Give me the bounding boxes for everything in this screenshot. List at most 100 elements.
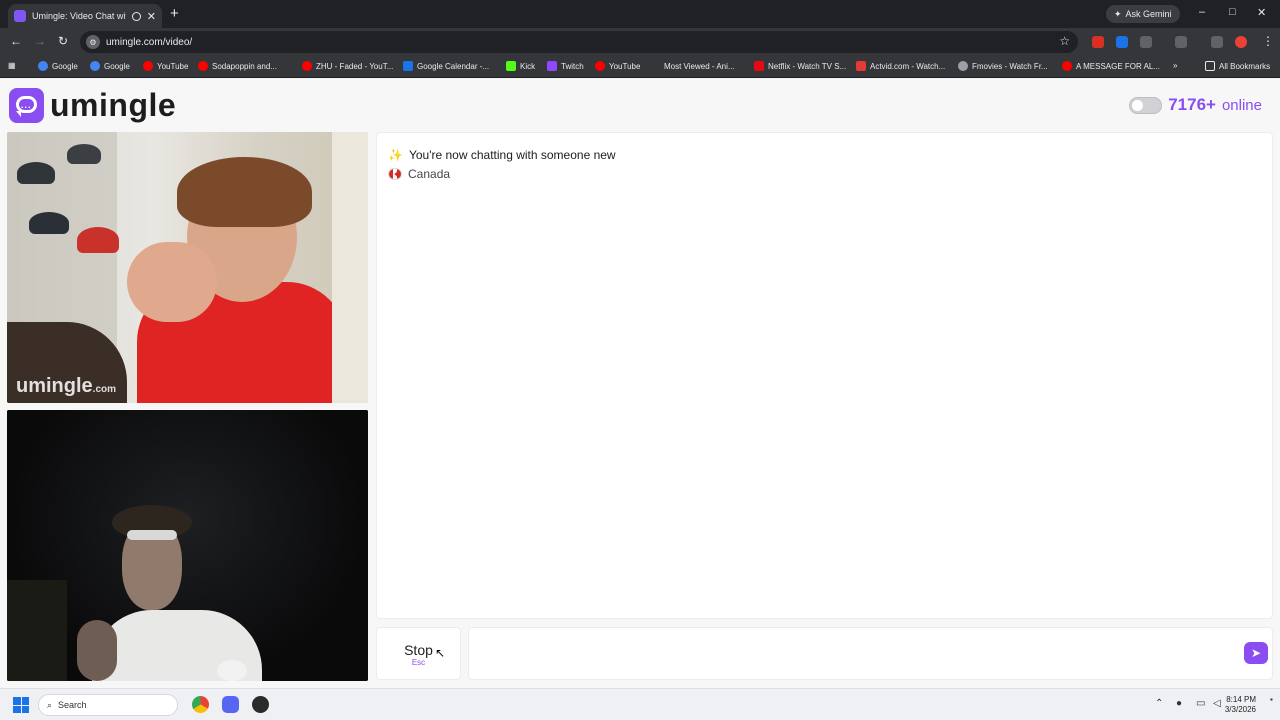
windows-start-icon[interactable] — [13, 697, 29, 713]
online-count: 7176+ — [1168, 95, 1216, 114]
clock-date: 3/3/2026 — [1224, 705, 1256, 714]
new-tab-button[interactable]: + — [170, 5, 179, 22]
bookmark-fmovies[interactable]: Fmovies - Watch Fr... — [958, 61, 1048, 71]
bookmarks-bar: ▦ Google Google YouTube Sodapoppin and..… — [0, 56, 1280, 78]
sparkles-icon: ✨ — [388, 148, 403, 162]
tab-search-icon[interactable] — [1211, 36, 1223, 48]
google-icon — [38, 61, 48, 71]
mouse-cursor-icon: ↖ — [435, 646, 446, 660]
reload-icon[interactable]: ↻ — [58, 34, 68, 48]
url-text: umingle.com/video/ — [106, 36, 193, 48]
bookmark-google-1[interactable]: Google — [38, 61, 78, 71]
browser-tab-bar: Umingle: Video Chat with S ✕ + ✦ Ask Gem… — [0, 0, 1280, 28]
twitch-icon — [547, 61, 557, 71]
address-bar[interactable]: ⚙ umingle.com/video/ ☆ — [80, 31, 1078, 53]
logo-text: umingle — [50, 87, 177, 123]
extension-icon[interactable] — [1116, 36, 1128, 48]
extensions-puzzle-icon[interactable] — [1140, 36, 1152, 48]
app-taskbar-icon[interactable] — [252, 696, 269, 713]
recording-icon — [131, 11, 141, 21]
bookmark-sodapoppin[interactable]: Sodapoppin and... — [198, 61, 277, 71]
bookmark-kick[interactable]: Kick — [506, 61, 535, 71]
actvid-icon — [856, 61, 866, 71]
apps-grid-icon[interactable]: ▦ — [8, 61, 16, 70]
notification-icon[interactable]: ▪ — [1270, 695, 1273, 704]
profile-avatar-icon[interactable] — [1235, 36, 1247, 48]
ask-gemini-label: Ask Gemini — [1125, 9, 1172, 19]
kick-icon — [506, 61, 516, 71]
chat-bubble-logo-icon: ... — [9, 88, 44, 123]
windows-taskbar: ⌕ Search ⌃ ● ▭ ◁ 8:14 PM 3/3/2026 ▪ — [0, 688, 1280, 720]
globe-icon — [958, 61, 968, 71]
bookmark-youtube-1[interactable]: YouTube — [143, 61, 188, 71]
minimize-button[interactable]: – — [1199, 6, 1205, 18]
network-icon[interactable]: ▭ — [1196, 698, 1205, 709]
google-icon — [90, 61, 100, 71]
bookmark-netflix[interactable]: Netflix - Watch TV S... — [754, 61, 846, 71]
country-message: ✦ Canada — [388, 167, 450, 181]
tray-overflow-icon[interactable]: ⌃ — [1155, 698, 1163, 709]
site-info-icon[interactable]: ⚙ — [86, 35, 100, 49]
all-bookmarks-button[interactable]: All Bookmarks — [1205, 61, 1270, 71]
theme-toggle[interactable] — [1129, 96, 1163, 114]
discord-taskbar-icon[interactable] — [222, 696, 239, 713]
stop-shortcut-key: Esc — [411, 658, 426, 667]
bookmark-youtube-2[interactable]: YouTube — [595, 61, 640, 71]
online-label: online — [1221, 96, 1262, 114]
extension-icon[interactable] — [1092, 36, 1104, 48]
bookmark-zhu-faded[interactable]: ZHU - Faded - YouT... — [302, 61, 393, 71]
chat-message-input[interactable] — [468, 627, 1273, 680]
browser-toolbar: ← → ↻ ⚙ umingle.com/video/ ☆ ⋮ — [0, 28, 1280, 56]
bookmark-star-icon[interactable]: ☆ — [1059, 34, 1070, 48]
taskbar-clock[interactable]: 8:14 PM 3/3/2026 — [1225, 695, 1256, 715]
ask-gemini-button[interactable]: ✦ Ask Gemini — [1106, 5, 1180, 23]
gemini-sparkle-icon: ✦ — [1114, 8, 1122, 19]
tab-title: Umingle: Video Chat with S — [32, 11, 126, 21]
self-video — [7, 410, 368, 681]
cast-icon[interactable] — [1175, 36, 1187, 48]
close-window-button[interactable]: ✕ — [1257, 6, 1266, 19]
volume-icon[interactable]: ◁ — [1213, 698, 1221, 709]
bookmark-actvid[interactable]: Actvid.com - Watch... — [856, 61, 945, 71]
forward-icon[interactable]: → — [34, 34, 46, 48]
youtube-icon — [198, 61, 208, 71]
netflix-icon — [754, 61, 764, 71]
clock-time: 8:14 PM — [1226, 695, 1256, 704]
taskbar-search[interactable]: ⌕ Search — [38, 694, 178, 716]
site-logo[interactable]: ... umingle — [9, 87, 176, 124]
close-tab-icon[interactable]: ✕ — [147, 10, 156, 23]
youtube-icon — [143, 61, 153, 71]
stop-button[interactable]: Stop Esc ↖ — [376, 627, 461, 680]
youtube-icon — [1062, 61, 1072, 71]
browser-tab[interactable]: Umingle: Video Chat with S ✕ — [8, 4, 162, 28]
umingle-page: ... umingle 7176+ online umingle.com ✨ Y… — [0, 79, 1280, 688]
back-icon[interactable]: ← — [10, 34, 22, 48]
folder-icon — [1205, 61, 1215, 71]
send-button[interactable]: ➤ — [1244, 642, 1268, 664]
system-message: ✨ You're now chatting with someone new — [388, 148, 616, 162]
microphone-icon[interactable]: ● — [1176, 698, 1182, 709]
canada-flag-icon: ✦ — [388, 168, 402, 180]
bookmark-most-viewed[interactable]: Most Viewed - Ani... — [650, 61, 735, 71]
menu-kebab-icon[interactable]: ⋮ — [1262, 34, 1274, 48]
video-watermark: umingle.com — [16, 375, 117, 397]
youtube-icon — [302, 61, 312, 71]
calendar-icon — [403, 61, 413, 71]
stranger-video: umingle.com — [7, 132, 368, 403]
stop-label: Stop — [404, 642, 433, 658]
maximize-button[interactable]: □ — [1229, 6, 1236, 18]
country-text: Canada — [408, 167, 451, 181]
chat-log: ✨ You're now chatting with someone new ✦… — [376, 132, 1273, 619]
bookmark-twitch[interactable]: Twitch — [547, 61, 584, 71]
bookmark-google-calendar[interactable]: Google Calendar -... — [403, 61, 489, 71]
bookmark-google-2[interactable]: Google — [90, 61, 130, 71]
send-icon: ➤ — [1250, 646, 1262, 660]
bookmarks-overflow-icon[interactable]: » — [1173, 61, 1177, 70]
page-icon — [650, 61, 660, 71]
search-icon: ⌕ — [47, 699, 53, 710]
chrome-taskbar-icon[interactable] — [192, 696, 209, 713]
bookmark-a-message[interactable]: A MESSAGE FOR AL... — [1062, 61, 1160, 71]
umingle-favicon-icon — [14, 10, 26, 22]
search-label: Search — [58, 700, 87, 710]
youtube-icon — [595, 61, 605, 71]
